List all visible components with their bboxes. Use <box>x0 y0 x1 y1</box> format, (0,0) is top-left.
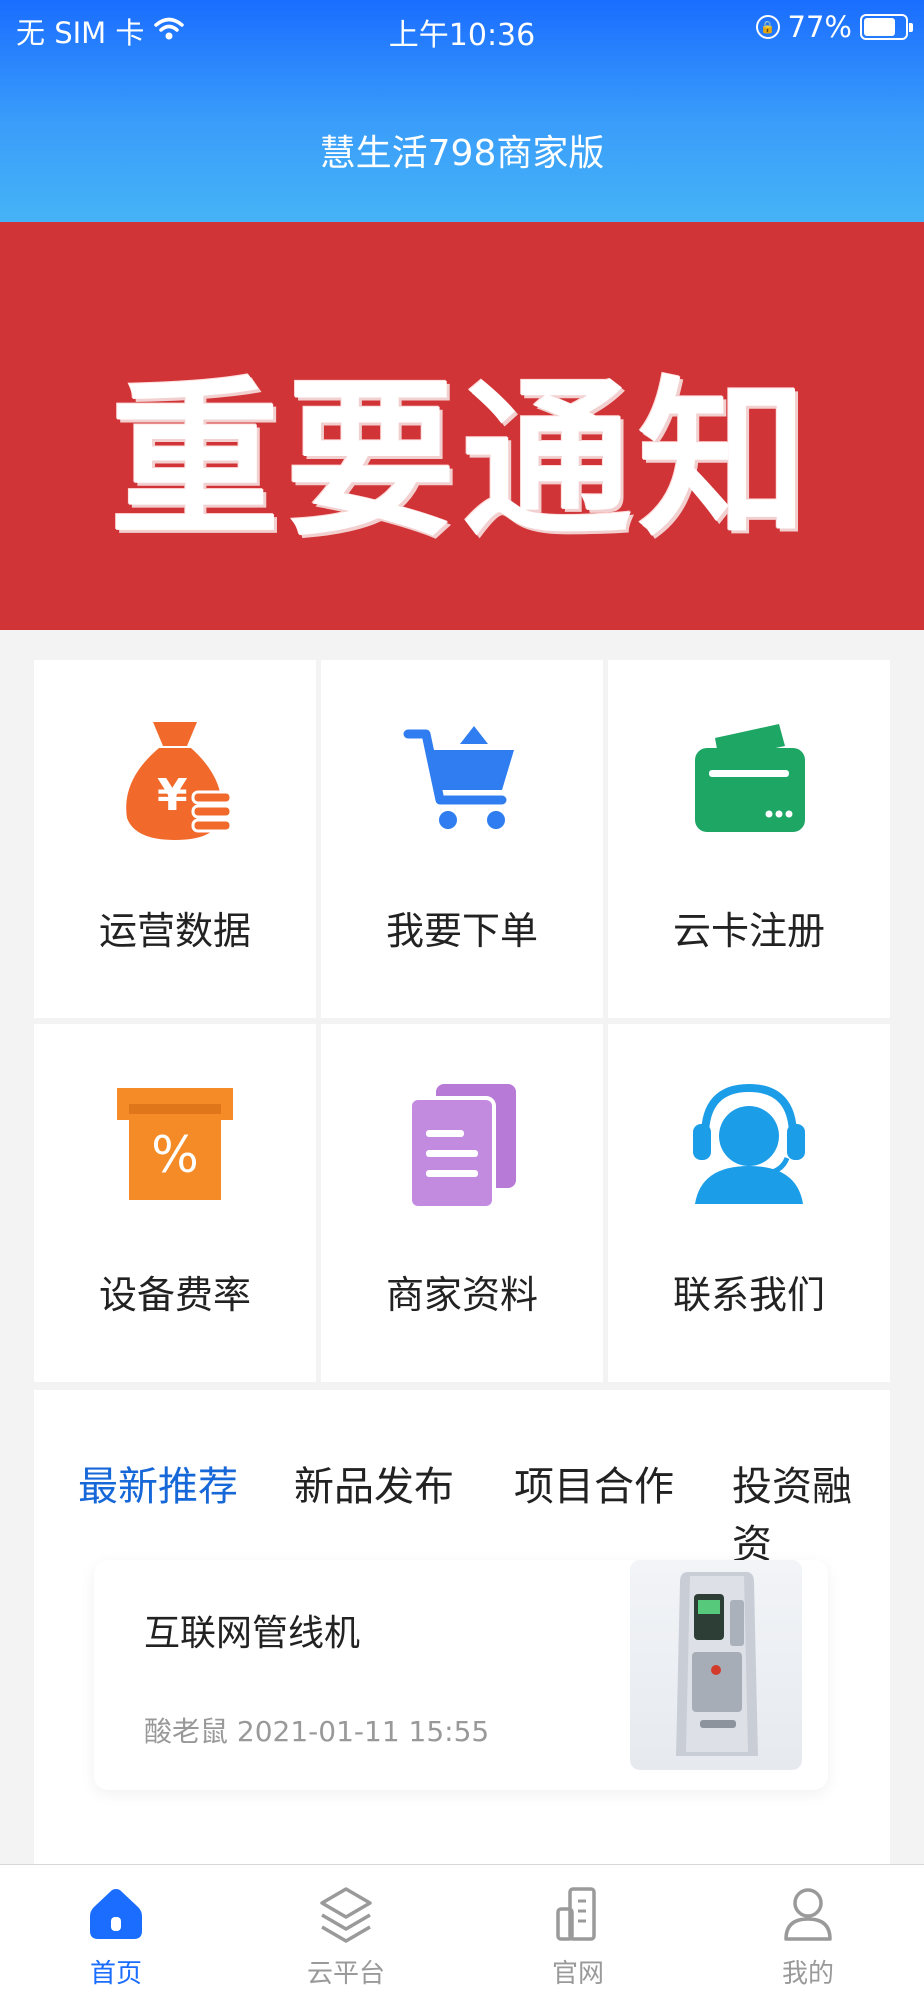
grid-item-label: 设备费率 <box>98 1273 251 1317</box>
grid-item-contact-us[interactable]: 联系我们 <box>608 1024 890 1382</box>
grid-item-cloud-card[interactable]: 云卡注册 <box>608 660 890 1018</box>
bottom-nav: 首页 云平台 官网 我的 <box>0 1864 924 2000</box>
card-icon <box>695 724 805 832</box>
nav-label: 云平台 <box>306 1959 385 1989</box>
nav-cloud-platform[interactable]: 云平台 <box>286 1883 406 1990</box>
tab-project-cooperation[interactable]: 项目合作 <box>514 1454 674 1512</box>
banner-carousel[interactable]: 重要通知 <box>0 222 924 822</box>
svg-text:%: % <box>151 1126 199 1184</box>
grid-item-label: 云卡注册 <box>672 909 825 953</box>
news-meta: 酸老鼠 2021-01-11 15:55 <box>144 1710 489 1750</box>
building-icon <box>556 1887 596 1941</box>
status-bar: 无 SIM 卡 上午10:36 🔒 77% <box>0 0 924 60</box>
grid-item-label: 联系我们 <box>672 1273 825 1317</box>
nav-label: 我的 <box>781 1959 834 1989</box>
water-dispenser-image <box>676 1572 758 1756</box>
battery-percent: 77% <box>787 10 852 44</box>
nav-mine[interactable]: 我的 <box>748 1883 868 1990</box>
nav-label: 首页 <box>89 1959 142 1989</box>
grid-item-label: 运营数据 <box>98 909 251 953</box>
grid-item-merchant-info[interactable]: 商家资料 <box>321 1024 603 1382</box>
app-header: 无 SIM 卡 上午10:36 🔒 77% 慧生活798商家版 <box>0 0 924 222</box>
grid-item-label: 我要下单 <box>385 909 538 953</box>
app-title: 慧生活798商家版 <box>319 133 605 174</box>
battery-icon <box>860 14 913 40</box>
banner-text: 重要通知 <box>109 362 814 560</box>
cart-icon <box>403 726 514 829</box>
nav-label: 官网 <box>551 1959 604 1989</box>
orientation-lock-icon: 🔒 <box>755 15 780 39</box>
tab-latest[interactable]: 最新推荐 <box>78 1454 238 1512</box>
svg-text:¥: ¥ <box>157 770 188 821</box>
tab-investment[interactable]: 投资融资 <box>732 1454 890 1570</box>
home-icon <box>90 1889 142 1939</box>
layers-icon <box>320 1887 372 1943</box>
news-thumbnail <box>630 1560 802 1770</box>
news-card[interactable]: 互联网管线机 酸老鼠 2021-01-11 15:55 <box>94 1560 828 1790</box>
rate-icon: % <box>117 1088 233 1200</box>
grid-item-order[interactable]: 我要下单 <box>321 660 603 1018</box>
money-bag-icon: ¥ <box>126 722 233 840</box>
status-right: 🔒 77% <box>755 10 913 44</box>
grid-item-label: 商家资料 <box>385 1273 538 1317</box>
user-icon <box>784 1888 832 1941</box>
news-date: 2021-01-11 15:55 <box>236 1715 490 1748</box>
news-title: 互联网管线机 <box>144 1613 361 1654</box>
documents-icon <box>408 1084 516 1210</box>
grid-item-operations-data[interactable]: ¥ 运营数据 <box>34 660 316 1018</box>
nav-home[interactable]: 首页 <box>56 1883 176 1990</box>
news-section: 最新推荐 新品发布 项目合作 投资融资 互联网管线机 酸老鼠 2021-01-1… <box>34 1390 890 1870</box>
news-tabs: 最新推荐 新品发布 项目合作 投资融资 <box>34 1390 890 1568</box>
nav-official-site[interactable]: 官网 <box>518 1883 638 1990</box>
news-author: 酸老鼠 <box>144 1715 229 1748</box>
grid-item-device-rate[interactable]: % 设备费率 <box>34 1024 316 1382</box>
tab-new-products[interactable]: 新品发布 <box>294 1454 454 1512</box>
customer-service-icon <box>693 1083 805 1204</box>
